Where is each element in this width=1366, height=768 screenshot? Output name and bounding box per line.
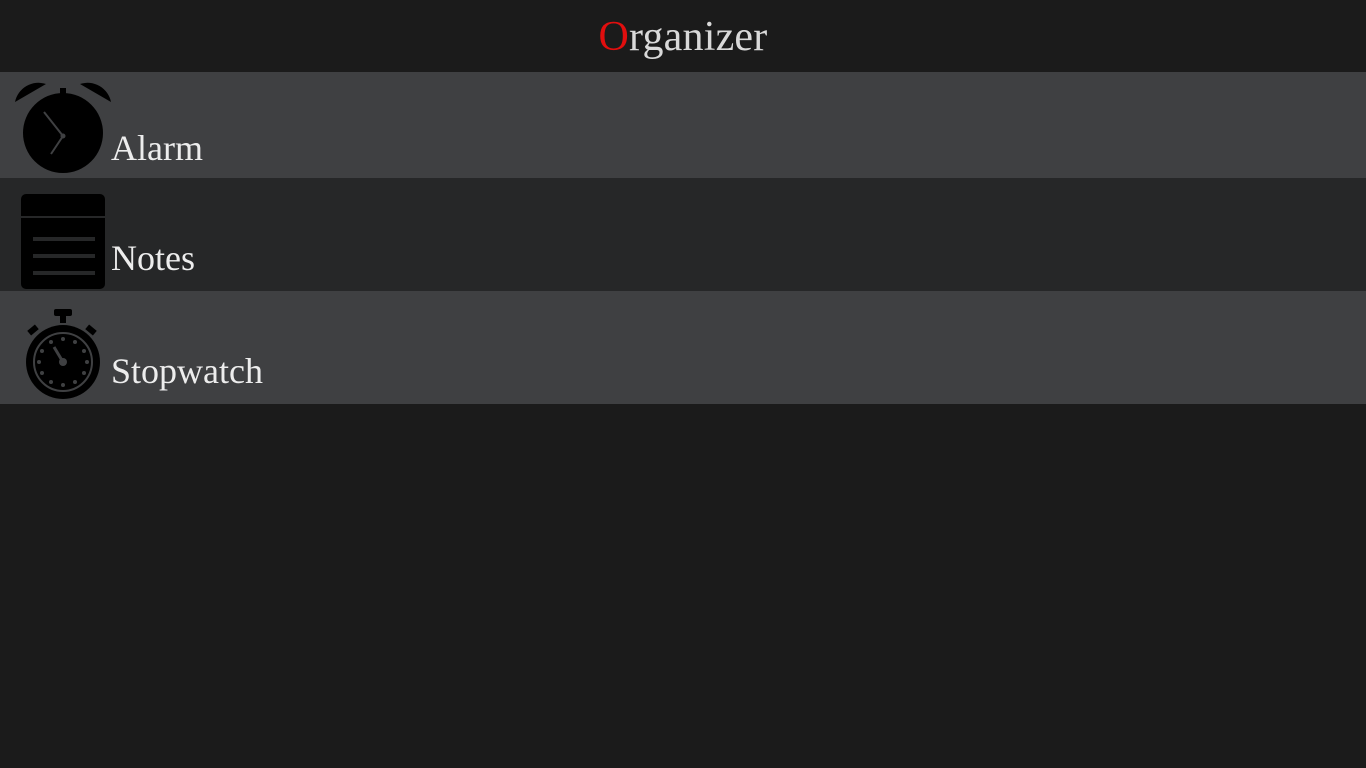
stopwatch-icon — [0, 291, 111, 404]
menu-item-stopwatch[interactable]: Stopwatch — [0, 291, 1366, 404]
menu-item-label: Stopwatch — [111, 351, 263, 391]
menu-item-label: Alarm — [111, 128, 203, 168]
menu-item-notes[interactable]: Notes — [0, 178, 1366, 291]
app-header: Organizer — [0, 0, 1366, 72]
organizer-app: Organizer Alarm Notes Stopwatch — [0, 0, 1366, 768]
title-rest: rganizer — [629, 14, 768, 60]
notes-icon — [0, 178, 111, 291]
menu-item-alarm[interactable]: Alarm — [0, 72, 1366, 178]
main-menu: Alarm Notes Stopwatch — [0, 72, 1366, 404]
title-accent-letter: O — [598, 14, 630, 60]
page-title: Organizer — [599, 16, 768, 58]
menu-item-label: Notes — [111, 238, 195, 278]
alarm-clock-icon — [0, 72, 111, 178]
